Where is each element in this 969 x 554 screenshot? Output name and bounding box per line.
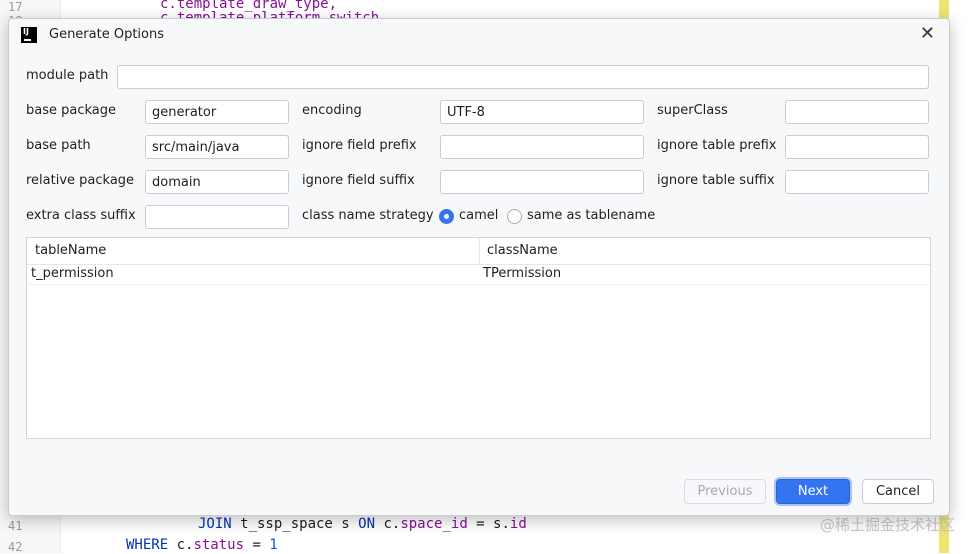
watermark: @稀土掘金技术社区 [819, 516, 955, 534]
table-row[interactable]: t_permission TPermission [27, 264, 930, 285]
line-number: 42 [8, 540, 23, 554]
ignore-table-suffix-label: ignore table suffix [657, 173, 775, 188]
column-header-tablename[interactable]: tableName [35, 243, 106, 258]
base-package-label: base package [26, 103, 117, 118]
same-as-tablename-radio-label[interactable]: same as tablename [527, 208, 655, 223]
ignore-field-suffix-input[interactable] [440, 170, 644, 194]
ignore-field-prefix-input[interactable] [440, 135, 644, 159]
line-number: 17 [8, 0, 23, 14]
encoding-input[interactable] [440, 100, 644, 124]
column-header-classname[interactable]: className [487, 243, 558, 258]
next-button[interactable]: Next [776, 479, 850, 504]
dialog-titlebar[interactable]: IJ Generate Options ✕ [9, 19, 949, 52]
close-icon[interactable]: ✕ [920, 23, 935, 44]
class-name-strategy-label: class name strategy [302, 208, 434, 223]
relative-package-label: relative package [26, 173, 135, 188]
base-path-input[interactable] [145, 135, 289, 159]
generate-options-dialog: IJ Generate Options ✕ module path base p… [8, 18, 950, 516]
module-path-label: module path [26, 68, 109, 83]
table-mapping-grid[interactable]: tableName className t_permission TPermis… [26, 237, 931, 439]
same-as-tablename-radio[interactable] [507, 209, 522, 224]
base-package-input[interactable] [145, 100, 289, 124]
ignore-table-prefix-input[interactable] [785, 135, 929, 159]
extra-class-suffix-input[interactable] [145, 205, 289, 229]
camel-radio[interactable] [439, 209, 454, 224]
camel-radio-label[interactable]: camel [459, 208, 498, 223]
superclass-label: superClass [657, 103, 728, 118]
ignore-field-prefix-label: ignore field prefix [302, 138, 417, 153]
cell-tablename[interactable]: t_permission [31, 266, 114, 281]
column-divider[interactable] [479, 238, 480, 264]
cancel-button[interactable]: Cancel [862, 479, 934, 504]
ignore-table-suffix-input[interactable] [785, 170, 929, 194]
superclass-input[interactable] [785, 100, 929, 124]
relative-package-input[interactable] [145, 170, 289, 194]
cell-classname[interactable]: TPermission [483, 266, 561, 281]
table-header: tableName className [27, 238, 930, 265]
intellij-app-icon: IJ [21, 27, 37, 43]
base-path-label: base path [26, 138, 91, 153]
dialog-title: Generate Options [49, 27, 165, 42]
encoding-label: encoding [302, 103, 362, 118]
line-number: 41 [8, 519, 23, 533]
code-line-where: WHERE c.status = 1 [126, 537, 278, 553]
previous-button[interactable]: Previous [684, 479, 766, 504]
extra-class-suffix-label: extra class suffix [26, 208, 136, 223]
module-path-input[interactable] [117, 65, 929, 89]
ignore-field-suffix-label: ignore field suffix [302, 173, 415, 188]
ignore-table-prefix-label: ignore table prefix [657, 138, 777, 153]
code-line-join: JOIN t_ssp_space s ON c.space_id = s.id [198, 516, 527, 532]
